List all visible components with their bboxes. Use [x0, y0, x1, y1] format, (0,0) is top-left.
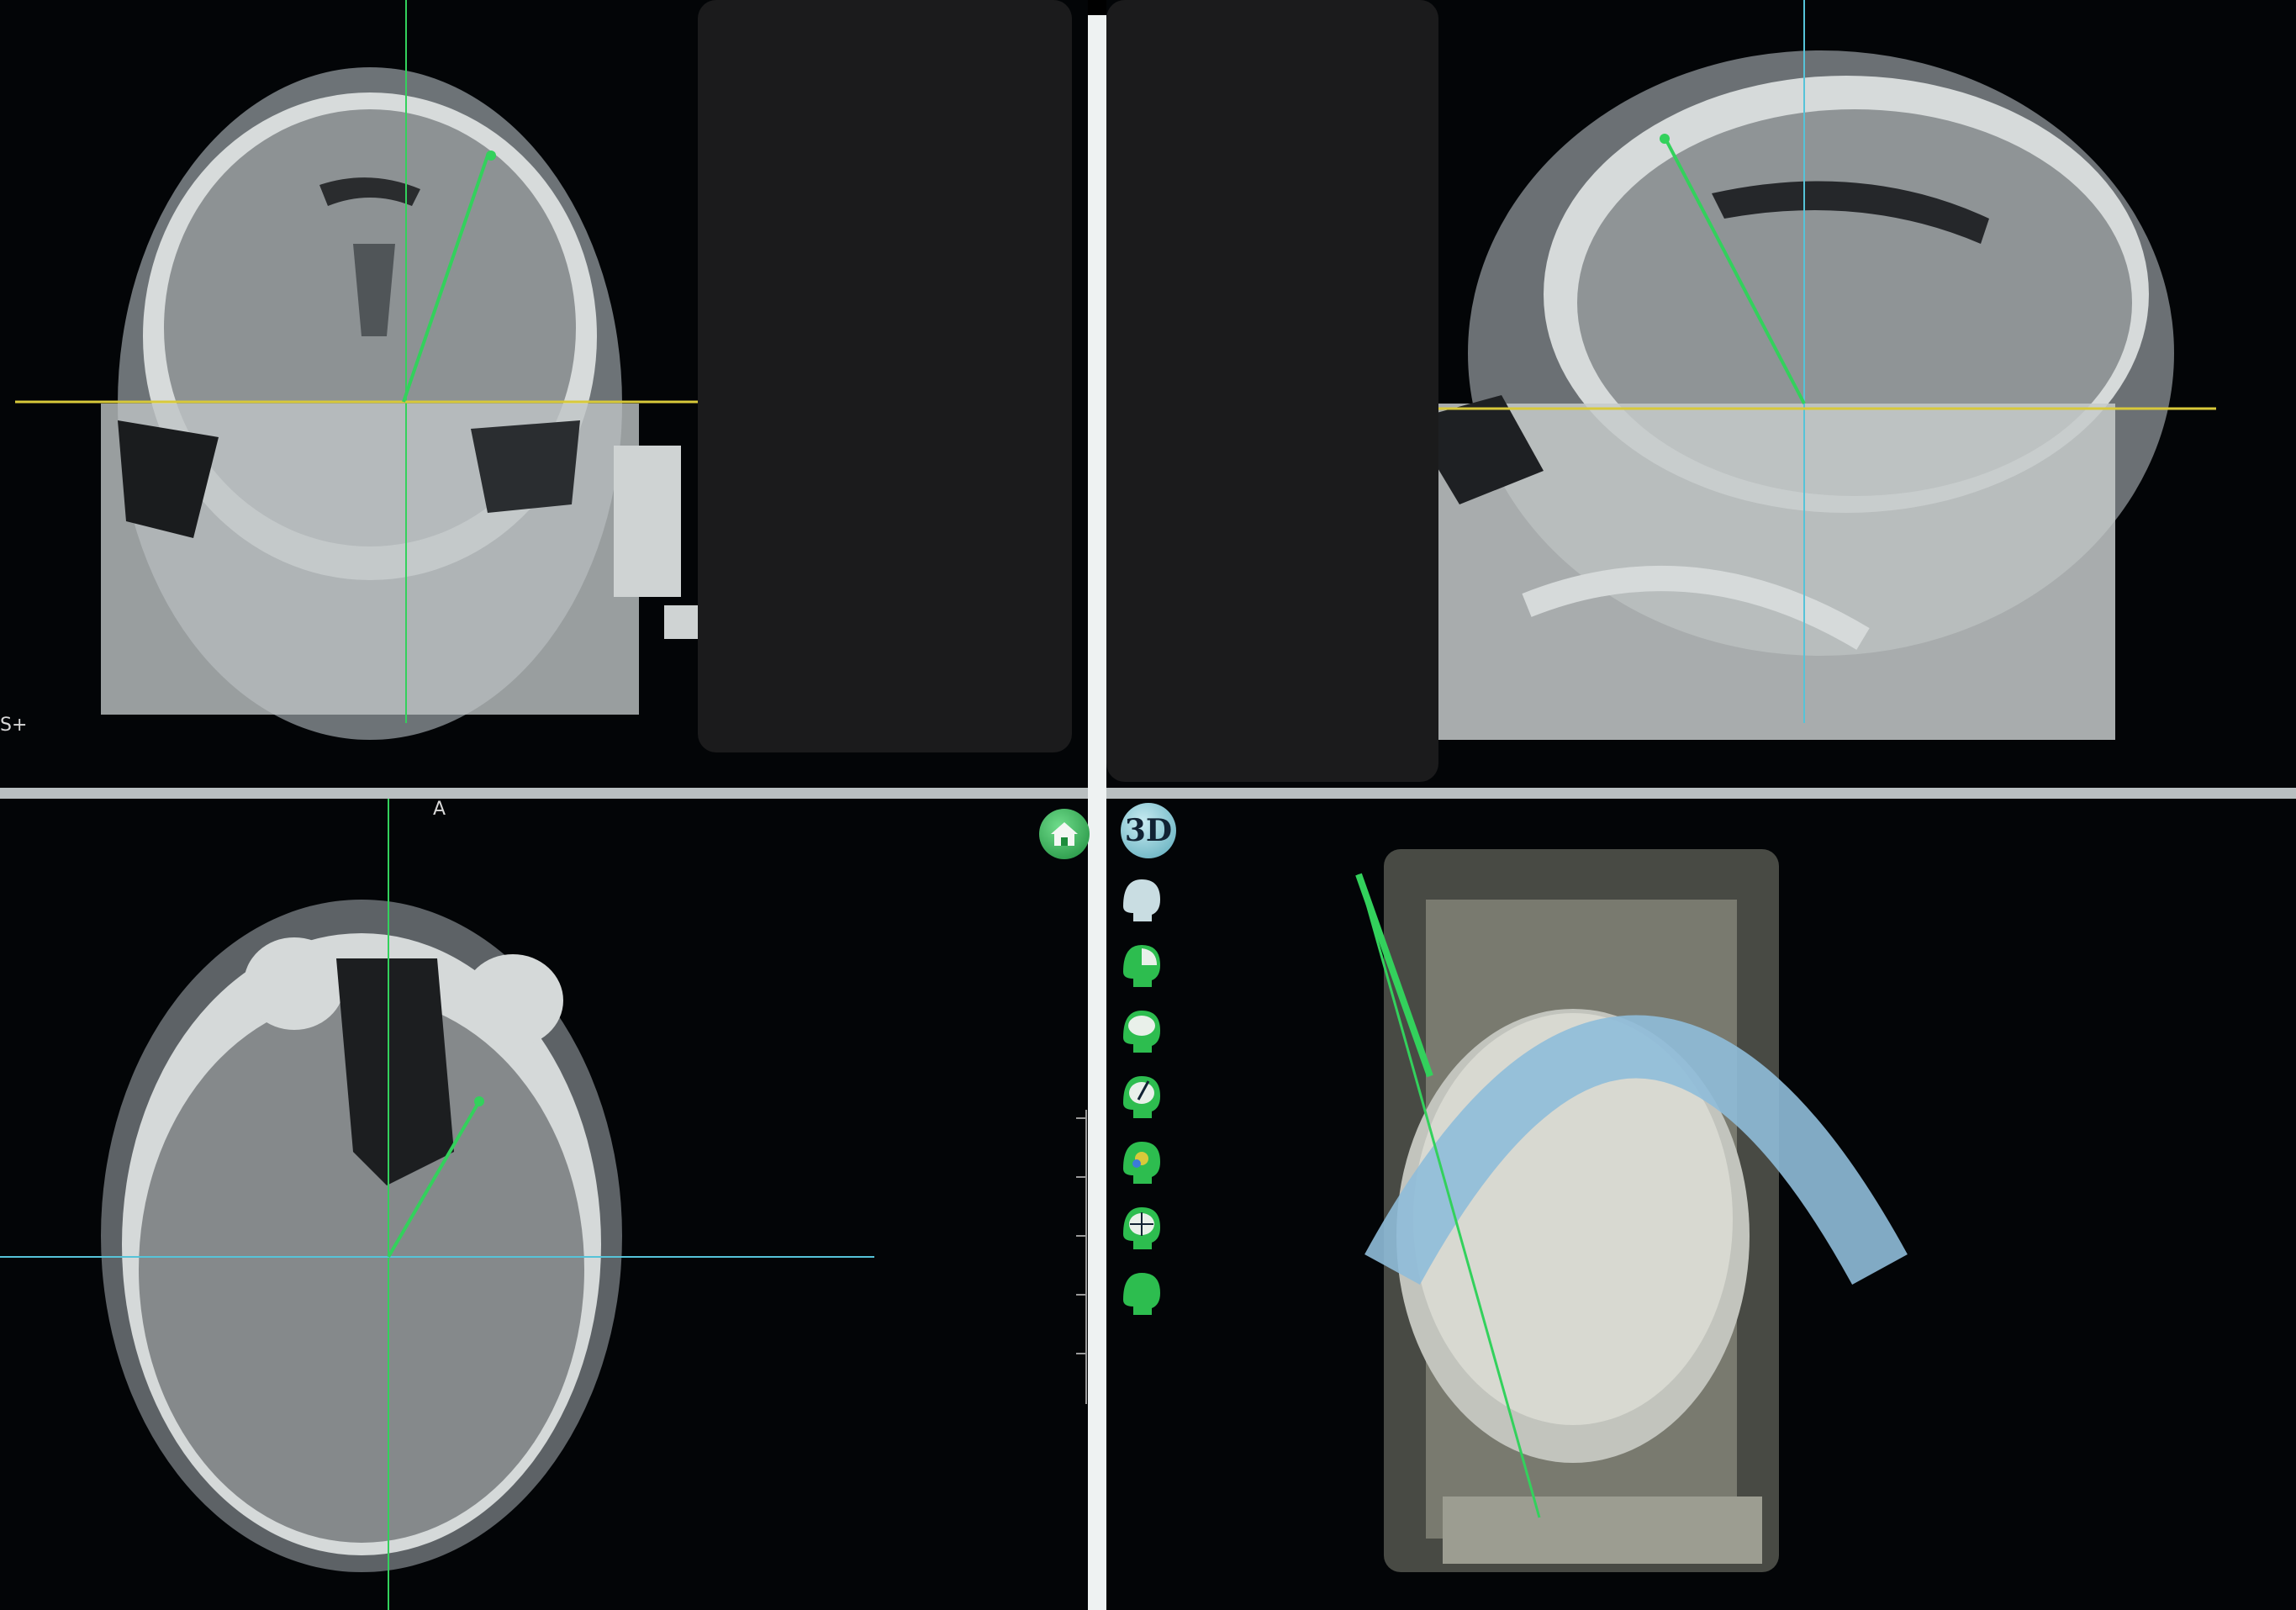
coronal-corner-label: S+ [0, 715, 28, 736]
head-sagittal-cut-button[interactable] [1115, 938, 1182, 995]
view-toolbar: 3D [1115, 803, 1182, 1341]
head-crosshair-icon [1123, 1207, 1160, 1249]
view-3d-label: 3D [1124, 813, 1173, 848]
viewport-horizontal-divider-right[interactable] [1106, 788, 2296, 799]
head-target-button[interactable] [1115, 1135, 1182, 1192]
view-3d-button[interactable]: 3D [1121, 803, 1176, 858]
sagittal-viewport[interactable] [1106, 0, 2296, 788]
volume-3d-render [1355, 849, 1908, 1572]
head-solid-button[interactable] [1115, 1266, 1182, 1323]
head-coronal-cut-button[interactable] [1115, 1004, 1182, 1061]
volume-3d-viewport[interactable] [1106, 799, 2296, 1610]
redacted-region [1106, 0, 1438, 782]
axial-viewport[interactable]: A [0, 799, 1088, 1610]
head-sagittal-cut-icon [1123, 945, 1160, 987]
head-view-button[interactable] [1115, 873, 1182, 930]
head-coronal-cut-icon [1123, 1011, 1160, 1053]
head-view-icon [1123, 879, 1160, 921]
head-trajectory-button[interactable] [1115, 1069, 1182, 1127]
coronal-viewport[interactable]: S+ [0, 0, 1088, 788]
home-icon [1051, 822, 1078, 846]
head-trajectory-icon [1123, 1076, 1160, 1118]
viewport-horizontal-divider-left[interactable] [0, 788, 1088, 799]
axial-orientation-label: A [433, 799, 446, 820]
coronal-entry-point [486, 150, 496, 161]
axial-entry-point [474, 1096, 484, 1106]
redacted-region [698, 0, 1072, 752]
viewport-vertical-divider[interactable] [1088, 15, 1106, 1610]
home-button[interactable] [1039, 809, 1090, 859]
head-target-icon [1123, 1142, 1160, 1184]
scale-ruler [1076, 1110, 1087, 1404]
sagittal-entry-point [1660, 134, 1670, 144]
head-crosshair-button[interactable] [1115, 1201, 1182, 1258]
axial-ct-image [0, 799, 874, 1610]
head-solid-icon [1123, 1273, 1160, 1315]
